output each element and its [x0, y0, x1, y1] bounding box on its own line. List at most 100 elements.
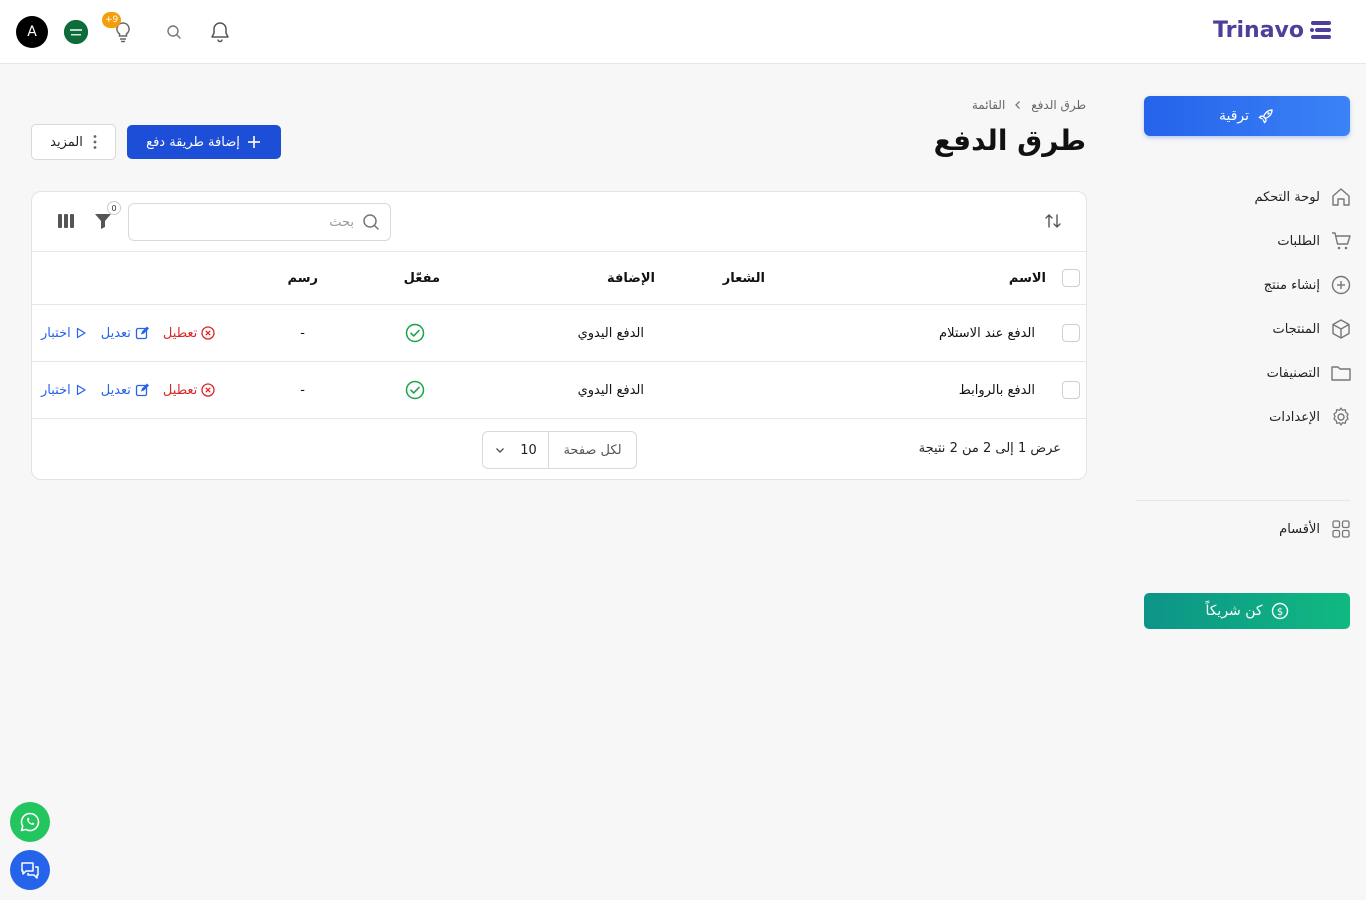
add-payment-method-button[interactable]: إضافة طريقة دفع: [127, 125, 281, 159]
sidebar-item-label: المنتجات: [1272, 321, 1320, 337]
play-icon: [76, 384, 86, 396]
row-enabled: [405, 305, 425, 361]
column-header-fee[interactable]: رسم: [288, 252, 318, 304]
partner-label: كن شريكاً: [1205, 603, 1263, 619]
partner-button[interactable]: $ كن شريكاً: [1144, 593, 1350, 629]
select-all-checkbox[interactable]: [1062, 269, 1080, 287]
table-toolbar: 0: [32, 192, 1086, 252]
edit-icon: [135, 383, 149, 397]
flag-icon[interactable]: [64, 20, 88, 44]
row-addon: الدفع اليدوي: [577, 325, 644, 341]
sidebar-item-categories[interactable]: التصنيفات: [1152, 351, 1352, 395]
row-checkbox-cell: [1062, 305, 1080, 361]
edit-button[interactable]: تعديل: [101, 326, 149, 341]
table-header: الاسم الشعار الإضافة مفعّل رسم: [32, 252, 1086, 305]
disable-label: تعطيل: [162, 382, 198, 398]
per-page-value: 10: [520, 442, 537, 458]
select-all-cell: [1062, 252, 1080, 304]
filter-count-badge: 0: [107, 201, 121, 215]
sidebar: ترقية لوحة التحكم الطلبات إنشاء منتج الم…: [1136, 65, 1366, 900]
page-title: طرق الدفع: [933, 124, 1086, 157]
sidebar-item-products[interactable]: المنتجات: [1152, 307, 1352, 351]
row-checkbox-cell: [1062, 362, 1080, 418]
x-circle-icon: [201, 383, 215, 397]
check-circle-icon: [405, 323, 425, 343]
search-icon: [363, 214, 379, 230]
sidebar-item-label: الطلبات: [1277, 233, 1320, 249]
cart-icon: [1332, 232, 1351, 250]
table-footer: عرض 1 إلى 2 من 2 نتيجة لكل صفحة 10: [32, 419, 1086, 479]
column-header-enabled[interactable]: مفعّل: [404, 252, 440, 304]
notification-badge: +9: [102, 12, 122, 28]
row-fee: -: [300, 325, 305, 341]
add-label: إضافة طريقة دفع: [146, 134, 240, 150]
row-enabled: [405, 362, 425, 418]
logo[interactable]: Trinavo: [1213, 17, 1334, 43]
whatsapp-button[interactable]: [10, 802, 50, 842]
edit-icon: [135, 326, 149, 340]
more-label: المزيد: [50, 134, 83, 150]
x-circle-icon: [201, 326, 215, 340]
dots-vertical-icon: [93, 135, 97, 149]
upgrade-label: ترقية: [1218, 108, 1250, 124]
gear-icon: [1333, 407, 1349, 426]
row-actions: تعطيل تعديل اختبار: [41, 305, 215, 361]
row-fee: -: [300, 382, 305, 398]
edit-button[interactable]: تعديل: [101, 383, 149, 398]
columns-icon[interactable]: [57, 213, 75, 229]
search-field[interactable]: [128, 203, 391, 241]
more-button[interactable]: المزيد: [31, 124, 116, 160]
disable-button[interactable]: تعطيل: [163, 326, 215, 341]
column-header-name[interactable]: الاسم: [1009, 252, 1046, 304]
test-button[interactable]: اختبار: [41, 326, 87, 341]
dollar-circle-icon: $: [1271, 602, 1288, 620]
sidebar-item-label: إنشاء منتج: [1263, 277, 1320, 293]
grid-icon: [1332, 520, 1350, 538]
per-page-select[interactable]: لكل صفحة 10: [482, 431, 637, 469]
play-icon: [76, 327, 86, 339]
per-page-value-box[interactable]: 10: [483, 432, 548, 468]
row-name: الدفع عند الاستلام: [939, 325, 1035, 341]
rocket-icon: [1258, 109, 1273, 124]
top-bar: Trinavo A +9: [0, 0, 1366, 64]
result-count: عرض 1 إلى 2 من 2 نتيجة: [918, 441, 1061, 456]
sidebar-item-orders[interactable]: الطلبات: [1152, 219, 1352, 263]
chat-icon: [21, 862, 39, 879]
sidebar-item-dashboard[interactable]: لوحة التحكم: [1152, 175, 1352, 219]
sidebar-item-settings[interactable]: الإعدادات: [1152, 395, 1352, 439]
sidebar-item-create-product[interactable]: إنشاء منتج: [1152, 263, 1352, 307]
row-checkbox[interactable]: [1062, 381, 1080, 399]
column-header-addon[interactable]: الإضافة: [607, 252, 655, 304]
sidebar-divider: [1136, 500, 1350, 501]
per-page-label: لكل صفحة: [548, 432, 636, 468]
breadcrumb-list[interactable]: القائمة: [972, 98, 1005, 112]
sidebar-item-sections[interactable]: الأقسام: [1279, 515, 1352, 543]
svg-text:$: $: [1276, 607, 1282, 618]
sidebar-item-label: التصنيفات: [1266, 365, 1320, 381]
upgrade-button[interactable]: ترقية: [1144, 96, 1350, 136]
disable-button[interactable]: تعطيل: [163, 383, 215, 398]
search-icon[interactable]: [166, 24, 182, 40]
logo-icon: [1310, 21, 1331, 39]
breadcrumb-current[interactable]: طرق الدفع: [1031, 98, 1086, 112]
chat-button[interactable]: [10, 850, 50, 890]
sections-label: الأقسام: [1279, 521, 1320, 537]
row-checkbox[interactable]: [1062, 324, 1080, 342]
avatar[interactable]: A: [16, 16, 48, 48]
edit-label: تعديل: [100, 325, 131, 341]
bell-icon[interactable]: [210, 21, 230, 43]
table-row: الدفع بالروابط الدفع اليدوي - تعطيل تعدي…: [32, 362, 1086, 419]
search-input[interactable]: [154, 214, 354, 230]
box-icon: [1332, 319, 1350, 339]
row-name: الدفع بالروابط: [958, 382, 1035, 398]
filter-icon[interactable]: [94, 212, 112, 230]
edit-label: تعديل: [100, 382, 131, 398]
sort-icon[interactable]: [1044, 212, 1062, 230]
check-circle-icon: [405, 380, 425, 400]
column-header-logo[interactable]: الشعار: [723, 252, 765, 304]
table-row: الدفع عند الاستلام الدفع اليدوي - تعطيل: [32, 305, 1086, 362]
chevron-down-icon: [496, 448, 505, 453]
logo-text: Trinavo: [1213, 17, 1304, 43]
test-label: اختبار: [41, 325, 71, 341]
test-button[interactable]: اختبار: [41, 383, 87, 398]
